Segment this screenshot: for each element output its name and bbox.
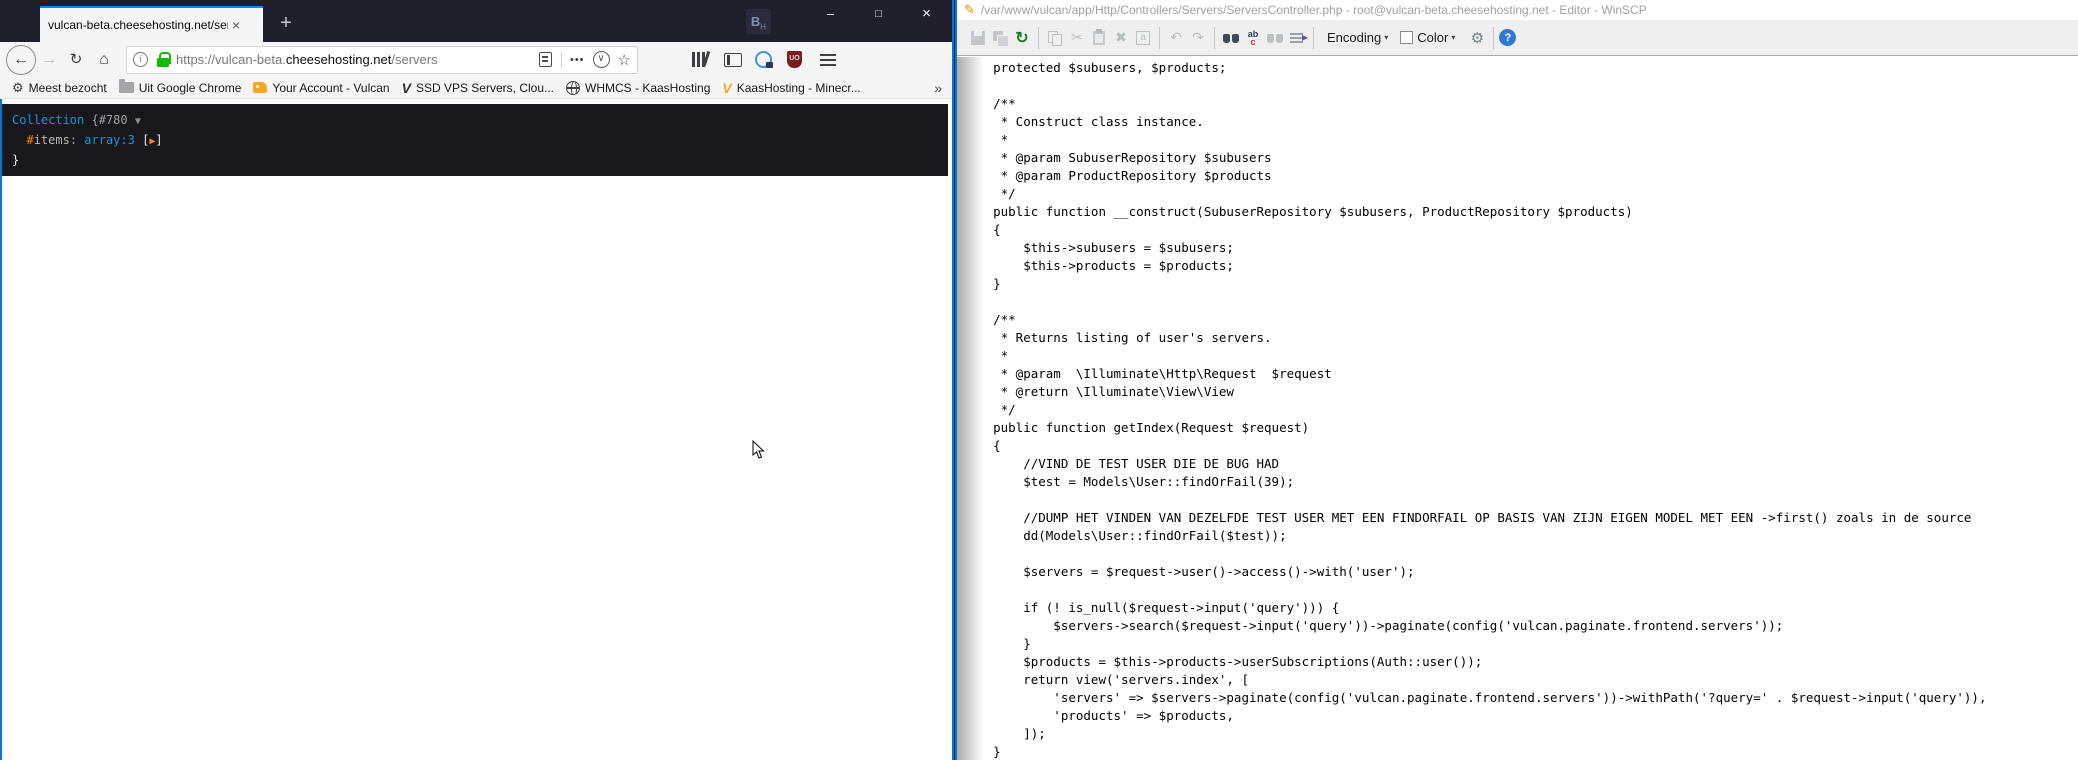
toolbar-separator — [1159, 27, 1160, 49]
bookmark-your-account-vulcan[interactable]: Your Account - Vulcan — [253, 81, 389, 95]
vardump-block: Collection {#780 ▼ #items: array:3 [▶] } — [2, 104, 948, 176]
chevron-down-icon[interactable]: ▾ — [1384, 33, 1388, 42]
redo-button[interactable] — [1188, 29, 1208, 47]
bookmarks-bar: Meest bezocht Uit Google Chrome Your Acc… — [0, 77, 952, 99]
firefox-navbar: i https://vulcan-beta.cheesehosting.net/… — [0, 42, 952, 77]
ublock-shield-icon[interactable]: UO — [787, 51, 802, 68]
encoding-dropdown[interactable]: Encoding — [1327, 30, 1381, 45]
globe-icon — [566, 81, 580, 95]
page-actions-icon[interactable]: ••• — [570, 54, 585, 66]
browser-tab[interactable]: vulcan-beta.cheesehosting.net/serv × — [40, 6, 263, 42]
url-text[interactable]: https://vulcan-beta.cheesehosting.net/se… — [176, 52, 539, 67]
save-all-button[interactable] — [990, 29, 1010, 47]
urlbar-separator — [561, 51, 562, 69]
color-swatch[interactable] — [1400, 31, 1413, 44]
close-button[interactable]: × — [904, 0, 949, 29]
bookmark-uit-google-chrome[interactable]: Uit Google Chrome — [119, 81, 242, 95]
copy-button[interactable] — [1045, 29, 1065, 47]
code-editor-area[interactable]: protected $subusers, $products; /** * Co… — [957, 57, 2078, 760]
dump-class-name: Collection — [12, 113, 84, 127]
reader-mode-icon[interactable] — [539, 52, 552, 67]
library-icon[interactable] — [690, 51, 710, 69]
toolbar-separator — [1493, 27, 1494, 49]
find-next-button[interactable] — [1265, 29, 1285, 47]
winscp-title: /var/www/vulcan/app/Http/Controllers/Ser… — [981, 3, 1647, 17]
help-button[interactable]: ? — [1499, 29, 1516, 46]
privacy-extension-icon[interactable] — [755, 51, 772, 68]
tab-close-icon[interactable]: × — [232, 17, 240, 33]
new-tab-button[interactable]: + — [270, 8, 302, 38]
minimize-button[interactable]: – — [808, 0, 853, 29]
back-icon[interactable] — [6, 45, 36, 75]
color-dropdown[interactable]: Color — [1417, 30, 1448, 45]
dump-closing-brace: } — [12, 153, 19, 167]
select-all-button[interactable]: a — [1133, 29, 1153, 47]
forward-icon[interactable] — [36, 45, 62, 75]
chevron-down-icon[interactable]: ▾ — [1451, 33, 1455, 42]
bookmark-meest-bezocht[interactable]: Meest bezocht — [12, 80, 107, 96]
edit-file-icon — [964, 2, 975, 18]
reload-button[interactable] — [1012, 29, 1032, 47]
toolbar-separator — [1038, 27, 1039, 49]
firefox-titlebar: vulcan-beta.cheesehosting.net/serv × + B… — [0, 0, 952, 42]
toolbar-separator — [1214, 27, 1215, 49]
v-orange-icon: V — [722, 80, 731, 96]
bookmark-star-icon[interactable] — [618, 51, 631, 69]
undo-button[interactable] — [1166, 29, 1186, 47]
winscp-editor-window: /var/www/vulcan/app/Http/Controllers/Ser… — [957, 0, 2078, 760]
gear-icon — [12, 80, 24, 96]
maximize-button[interactable]: □ — [856, 0, 901, 29]
delete-button[interactable] — [1111, 29, 1131, 47]
bookmark-whmcs-kaashosting[interactable]: WHMCS - KaasHosting — [566, 81, 710, 95]
expand-toggle[interactable]: [▶] — [142, 133, 163, 147]
sidebar-toggle-icon[interactable] — [724, 53, 742, 67]
menu-hamburger-icon[interactable] — [820, 54, 836, 66]
find-button[interactable] — [1221, 29, 1241, 47]
page-info-icon[interactable]: i — [133, 52, 148, 67]
go-to-line-button[interactable] — [1287, 29, 1307, 47]
toolbar-separator — [1313, 27, 1314, 49]
winscp-titlebar: /var/www/vulcan/app/Http/Controllers/Ser… — [957, 0, 2078, 20]
bookmark-ssd-vps-servers[interactable]: VSSD VPS Servers, Clou... — [402, 80, 554, 96]
titlebar-badge-icon: BH — [746, 9, 771, 34]
folder-icon — [119, 82, 134, 93]
bookmark-kaashosting-minecraft[interactable]: VKaasHosting - Minecr... — [722, 80, 860, 96]
secure-lock-icon[interactable] — [157, 52, 169, 67]
dump-object-ref: {#780 — [91, 113, 127, 127]
preferences-gear-icon[interactable] — [1467, 29, 1487, 47]
php-source-code[interactable]: protected $subusers, $products; /** * Co… — [957, 57, 2078, 761]
paste-button[interactable] — [1089, 29, 1109, 47]
cut-button[interactable] — [1067, 29, 1087, 47]
save-button[interactable] — [968, 29, 988, 47]
home-icon[interactable] — [90, 45, 118, 75]
pocket-icon[interactable] — [593, 51, 610, 68]
replace-button[interactable]: abc — [1243, 29, 1263, 47]
refresh-icon[interactable] — [62, 45, 90, 75]
mouse-cursor — [752, 440, 766, 460]
editor-toolbar: a abc Encoding ▾ Color ▾ ? — [957, 20, 2078, 56]
page-content: Collection {#780 ▼ #items: array:3 [▶] } — [0, 99, 952, 760]
firefox-window: vulcan-beta.cheesehosting.net/serv × + B… — [0, 0, 952, 760]
tab-title: vulcan-beta.cheesehosting.net/serv — [48, 18, 228, 32]
dump-property: #items: array:3 [▶] — [26, 133, 162, 147]
cheese-icon — [253, 82, 267, 93]
collapse-toggle-icon[interactable]: ▼ — [135, 116, 141, 127]
v-logo-icon: V — [402, 80, 411, 96]
url-bar[interactable]: i https://vulcan-beta.cheesehosting.net/… — [126, 46, 638, 74]
bookmarks-overflow-chevron[interactable]: » — [934, 80, 942, 96]
